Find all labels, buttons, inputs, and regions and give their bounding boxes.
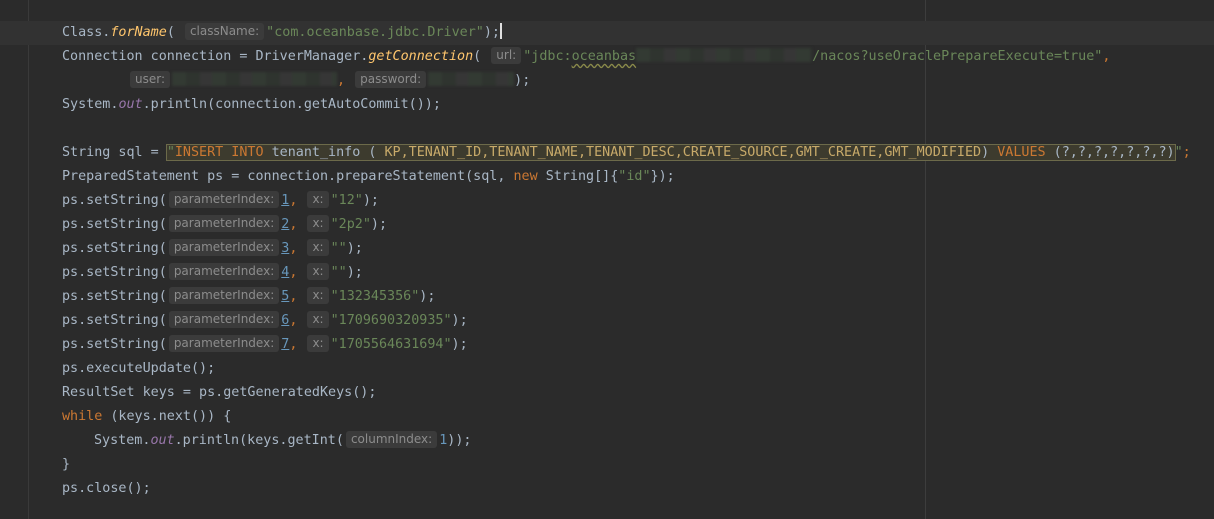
param-hint-x: x: — [307, 191, 329, 208]
param-hint-x: x: — [307, 263, 329, 280]
redacted-password — [428, 72, 515, 86]
code-line-1[interactable]: Class.forName( className: "com.oceanbase.… — [62, 21, 502, 45]
param-hint-x: x: — [307, 335, 329, 352]
gutter-divider — [28, 0, 29, 519]
code-line-while[interactable]: while (keys.next()) { — [62, 405, 231, 429]
param-hint-x: x: — [307, 287, 329, 304]
code-line-setstring[interactable]: ps.setString(parameterIndex: 5, x: "132345… — [62, 285, 435, 309]
sql-injected-fragment: "INSERT INTO tenant_info ( KP,TENANT_ID,… — [165, 144, 1176, 161]
code-line-execute[interactable]: ps.executeUpdate(); — [62, 357, 215, 381]
code-line-close-brace[interactable]: } — [62, 453, 70, 477]
code-line-println[interactable]: System.out.println(keys.getInt(columnInd… — [94, 429, 471, 453]
code-line-setstring[interactable]: ps.setString(parameterIndex: 2, x: "2p2"); — [62, 213, 387, 237]
param-hint-index: parameterIndex: — [168, 311, 280, 328]
code-line-4[interactable]: System.out.println(connection.getAutoCom… — [62, 93, 441, 117]
text-caret — [499, 23, 502, 39]
code-line-setstring[interactable]: ps.setString(parameterIndex: 1, x: "12"); — [62, 189, 379, 213]
redacted-url-segment — [636, 48, 813, 62]
code-line-close[interactable]: ps.close(); — [62, 477, 151, 501]
code-line-prepare[interactable]: PreparedStatement ps = connection.prepar… — [62, 165, 675, 189]
param-hint-password: password: — [355, 71, 427, 88]
code-line-setstring[interactable]: ps.setString(parameterIndex: 6, x: "170969… — [62, 309, 468, 333]
code-line-setstring[interactable]: ps.setString(parameterIndex: 7, x: "170556… — [62, 333, 468, 357]
code-line-resultset[interactable]: ResultSet keys = ps.getGeneratedKeys(); — [62, 381, 376, 405]
param-hint-x: x: — [307, 215, 329, 232]
param-hint-index: parameterIndex: — [168, 335, 280, 352]
param-hint-x: x: — [307, 311, 329, 328]
param-hint-url: url: — [491, 47, 522, 64]
right-margin-guide — [925, 0, 926, 519]
redacted-user — [172, 72, 338, 86]
param-hint-user: user: — [130, 71, 171, 88]
code-line-3[interactable]: user:, password:); — [128, 69, 530, 93]
param-hint-x: x: — [307, 239, 329, 256]
code-line-setstring[interactable]: ps.setString(parameterIndex: 4, x: ""); — [62, 261, 363, 285]
code-line-2[interactable]: Connection connection = DriverManager.ge… — [62, 45, 1110, 69]
param-hint-index: parameterIndex: — [168, 263, 280, 280]
param-hint-columnindex: columnIndex: — [345, 431, 438, 448]
param-hint-index: parameterIndex: — [168, 239, 280, 256]
code-line-setstring[interactable]: ps.setString(parameterIndex: 3, x: ""); — [62, 237, 363, 261]
param-hint-classname: className: — [184, 23, 265, 40]
param-hint-index: parameterIndex: — [168, 287, 280, 304]
code-line-sql[interactable]: String sql = "INSERT INTO tenant_info ( … — [62, 141, 1191, 165]
param-hint-index: parameterIndex: — [168, 191, 280, 208]
code-editor[interactable]: Class.forName( className: "com.oceanbase.… — [0, 0, 1214, 519]
param-hint-index: parameterIndex: — [168, 215, 280, 232]
